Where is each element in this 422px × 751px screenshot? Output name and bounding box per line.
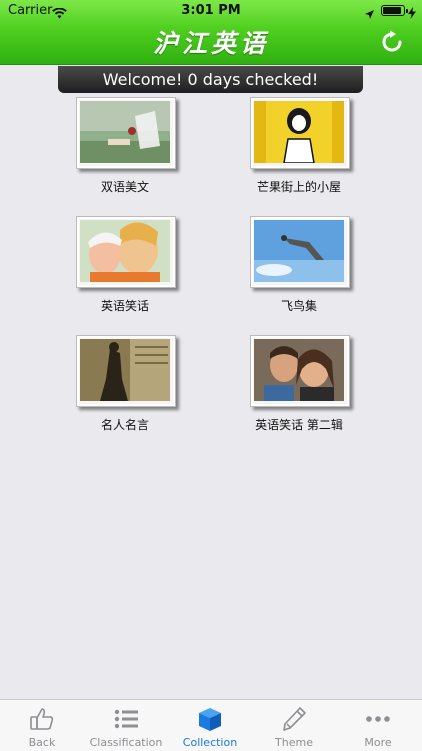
tab-theme[interactable]: Theme	[252, 700, 336, 751]
charging-icon	[408, 4, 416, 23]
battery-icon	[381, 5, 408, 16]
tab-collection[interactable]: Collection	[168, 700, 252, 751]
tab-label: Theme	[275, 736, 313, 749]
tab-classification[interactable]: Classification	[84, 700, 168, 751]
more-dots-icon	[366, 716, 390, 722]
pencil-icon	[283, 707, 306, 731]
collection-item-label: 芒果街上的小屋	[256, 180, 341, 194]
collection-item-label: 名人名言	[100, 418, 149, 432]
thumbs-up-icon	[30, 708, 54, 730]
collection-item[interactable]: 英语笑话 第二辑	[214, 335, 384, 445]
tab-bar: Back Classification Collection Theme Mor…	[0, 699, 422, 751]
list-icon	[114, 709, 138, 729]
tab-label: Collection	[182, 736, 238, 749]
book-cover-image	[250, 97, 350, 169]
collection-item-label: 英语笑话	[100, 299, 149, 313]
book-cover-image	[76, 216, 176, 288]
tab-label: Back	[28, 736, 56, 749]
tab-label: More	[364, 736, 392, 749]
tab-label: Classification	[89, 736, 163, 749]
collection-item[interactable]: 英语笑话	[40, 216, 210, 326]
refresh-button[interactable]	[380, 30, 404, 54]
tab-back[interactable]: Back	[0, 700, 84, 751]
book-cover-image	[250, 335, 350, 407]
book-cover-image	[250, 216, 350, 288]
collection-item[interactable]: 飞鸟集	[214, 216, 384, 326]
collection-item-label: 英语笑话 第二辑	[255, 418, 343, 432]
collection-item-label: 双语美文	[100, 180, 149, 194]
book-cover-image	[76, 335, 176, 407]
tab-more[interactable]: More	[336, 700, 420, 751]
app-title: 沪江英语	[152, 29, 269, 58]
cube-icon	[199, 708, 221, 731]
collection-item[interactable]: 名人名言	[40, 335, 210, 445]
checkin-banner: Welcome! 0 days checked!	[58, 66, 363, 93]
header: Carrier 3:01 PM 沪江英语	[0, 0, 422, 65]
collection-item-label: 飞鸟集	[280, 299, 317, 313]
location-icon	[364, 5, 375, 24]
status-bar: Carrier 3:01 PM	[0, 0, 422, 22]
clock: 3:01 PM	[181, 3, 241, 18]
book-cover-image	[76, 97, 176, 169]
refresh-icon	[382, 30, 402, 52]
collection-item[interactable]: 双语美文	[40, 97, 210, 207]
collection-item[interactable]: 芒果街上的小屋	[214, 97, 384, 207]
